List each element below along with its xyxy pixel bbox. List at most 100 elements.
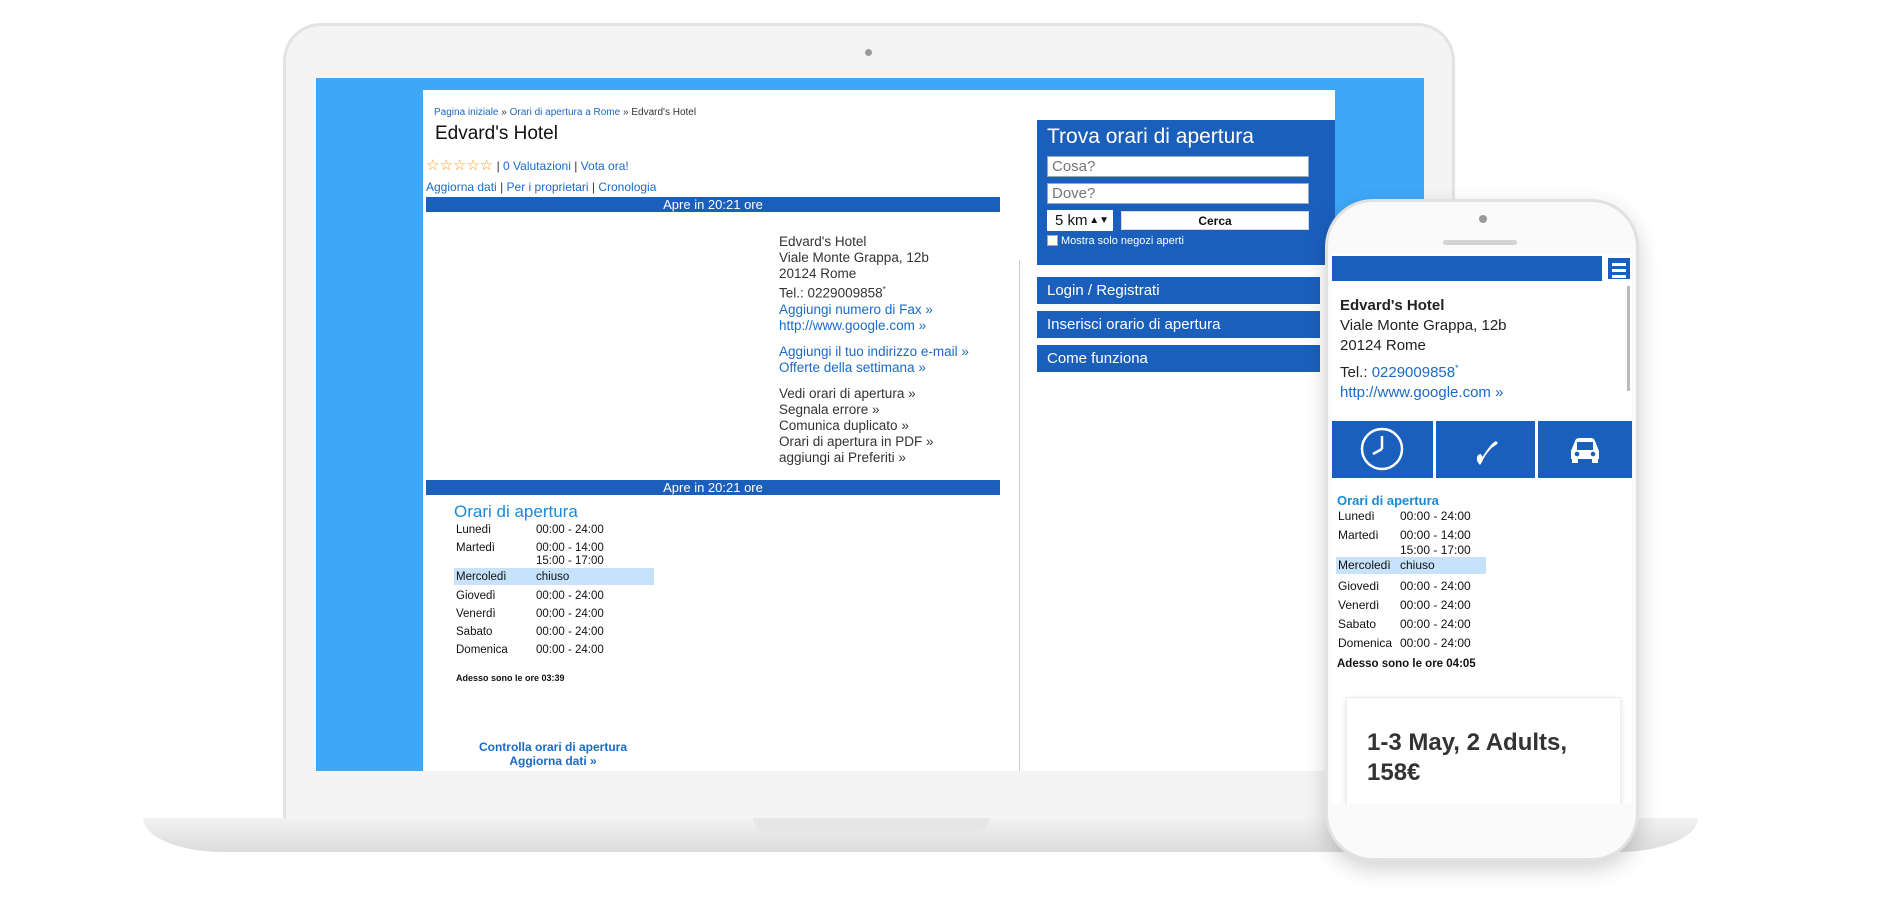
status-bar-top: Apre in 20:21 ore: [426, 197, 1000, 212]
day-cell: Martedì: [456, 542, 495, 554]
hours-table: Lunedì 00:00 - 24:00 Martedì 00:00 - 14:00…: [454, 524, 654, 657]
rating-row: ☆☆☆☆☆ | 0 Valutazioni | Vota ora!: [426, 156, 629, 174]
hours-tile[interactable]: [1332, 421, 1433, 478]
report-error-link[interactable]: Segnala errore »: [779, 402, 969, 418]
clock-icon: [1360, 427, 1404, 471]
where-input[interactable]: [1047, 183, 1309, 204]
laptop-notch: [753, 818, 989, 832]
mobile-header-bar: [1332, 256, 1602, 281]
rating-stars[interactable]: ☆☆☆☆☆: [426, 157, 493, 174]
vote-now-link[interactable]: Vota ora!: [581, 159, 629, 173]
time-cell: 00:00 - 24:00: [1400, 509, 1471, 523]
business-info: Edvard's Hotel Viale Monte Grappa, 12b 2…: [779, 234, 969, 466]
business-city: 20124 Rome: [779, 266, 857, 281]
day-cell: Sabato: [456, 626, 493, 638]
day-cell: Mercoledì: [454, 568, 534, 585]
time-value-2: 15:00 - 17:00: [536, 555, 604, 567]
time-cell: 00:00 - 14:00 15:00 - 17:00: [1398, 523, 1486, 557]
breadcrumb-home-link[interactable]: Pagina iniziale: [434, 107, 499, 118]
check-hours-link[interactable]: Controlla orari di apertura: [453, 740, 653, 754]
time-cell: 00:00 - 24:00: [1400, 617, 1471, 631]
radius-select[interactable]: 5 km ▲▼: [1047, 210, 1113, 231]
current-time: Adesso sono le ore 03:39: [456, 673, 565, 683]
time-cell: 00:00 - 24:00: [536, 608, 604, 620]
menu-login[interactable]: Login / Registrati: [1037, 277, 1320, 304]
mobile-action-tiles: [1332, 421, 1632, 478]
scrollbar[interactable]: [1627, 286, 1630, 391]
select-arrows-icon: ▲▼: [1089, 215, 1109, 226]
phone-label: Tel.:: [779, 285, 804, 301]
history-link[interactable]: Cronologia: [598, 180, 656, 194]
booking-card[interactable]: 1-3 May, 2 Adults, 158€: [1346, 697, 1621, 804]
breadcrumb-separator: »: [623, 107, 629, 118]
mobile-phone-mark: *: [1455, 363, 1459, 373]
hours-row: Lunedì 00:00 - 24:00: [454, 524, 654, 537]
directions-tile[interactable]: [1538, 421, 1632, 478]
mobile-business-street: Viale Monte Grappa, 12b: [1340, 317, 1507, 334]
phone-mark: *: [882, 285, 886, 294]
breadcrumb-current: Edvard's Hotel: [631, 107, 697, 118]
status-bar-bottom: Apre in 20:21 ore: [426, 480, 1000, 495]
mobile-business-city: 20124 Rome: [1340, 337, 1426, 354]
time-value-2: 15:00 - 17:00: [1400, 543, 1471, 557]
time-cell: 00:00 - 24:00: [1400, 636, 1471, 650]
search-box: Trova orari di apertura 5 km▲▼ Cerca Mos…: [1037, 120, 1335, 265]
business-name: Edvard's Hotel: [779, 234, 867, 249]
time-cell: 00:00 - 24:00: [536, 626, 604, 638]
hamburger-menu-icon[interactable]: [1606, 256, 1632, 281]
add-favorites-link[interactable]: aggiungi ai Preferiti »: [779, 450, 969, 466]
see-hours-link[interactable]: Vedi orari di apertura »: [779, 386, 969, 402]
update-data-bottom-link[interactable]: Aggiorna dati »: [453, 754, 653, 768]
add-email-link[interactable]: Aggiungi il tuo indirizzo e-mail »: [779, 344, 969, 360]
day-cell: Lunedì: [456, 524, 492, 536]
day-cell: Domenica: [1338, 636, 1393, 650]
mobile-phone-row: Tel.: 0229009858*: [1340, 358, 1507, 383]
column-divider: [1019, 260, 1020, 771]
day-cell: Mercoledì: [1336, 557, 1398, 574]
search-button[interactable]: Cerca: [1121, 211, 1309, 230]
mobile-hours-table: Lunedì 00:00 - 24:00 Martedì 00:00 - 14:00…: [1336, 510, 1486, 650]
breadcrumb-category-link[interactable]: Orari di apertura a Rome: [510, 107, 621, 118]
what-input[interactable]: [1047, 156, 1309, 177]
hours-row-highlighted: Mercoledì chiuso: [454, 568, 654, 585]
checkbox-box[interactable]: [1047, 235, 1058, 246]
phone-number: 0229009858: [807, 285, 883, 301]
laptop-camera: [865, 49, 872, 56]
mobile-phone-link[interactable]: 0229009858: [1372, 364, 1455, 381]
breadcrumb: Pagina iniziale » Orari di apertura a Ro…: [434, 107, 696, 118]
day-cell: Giovedì: [456, 590, 496, 602]
call-tile[interactable]: [1436, 421, 1535, 478]
ratings-count-link[interactable]: 0 Valutazioni: [503, 159, 571, 173]
only-open-checkbox[interactable]: Mostra solo negozi aperti: [1047, 235, 1184, 247]
hours-pdf-link[interactable]: Orari di apertura in PDF »: [779, 434, 969, 450]
report-duplicate-link[interactable]: Comunica duplicato »: [779, 418, 969, 434]
menu-insert-hours[interactable]: Inserisci orario di apertura: [1037, 311, 1320, 338]
search-title: Trova orari di apertura: [1047, 125, 1254, 148]
time-cell: chiuso: [1398, 557, 1486, 574]
laptop-screen: Pagina iniziale » Orari di apertura a Ro…: [316, 78, 1424, 771]
offers-link[interactable]: Offerte della settimana »: [779, 360, 969, 376]
day-cell: Giovedì: [1338, 579, 1380, 593]
phone-icon: [1476, 441, 1498, 465]
page-title: Edvard's Hotel: [435, 123, 558, 144]
hours-row: Venerdì 00:00 - 24:00: [1336, 593, 1486, 612]
hours-row: Lunedì 00:00 - 24:00: [1336, 510, 1486, 523]
radius-value: 5 km: [1055, 212, 1088, 229]
hours-row: Sabato 00:00 - 24:00: [1336, 612, 1486, 631]
mobile-phone-label: Tel.:: [1340, 364, 1368, 381]
time-value: 00:00 - 14:00: [1400, 528, 1471, 542]
only-open-label: Mostra solo negozi aperti: [1061, 235, 1184, 247]
hours-row: Giovedì 00:00 - 24:00: [1336, 574, 1486, 593]
hours-row: Martedì 00:00 - 14:00 15:00 - 17:00: [454, 537, 654, 568]
hours-title: Orari di apertura: [454, 502, 578, 521]
menu-how-it-works[interactable]: Come funziona: [1037, 345, 1320, 372]
website-link[interactable]: http://www.google.com »: [779, 318, 969, 334]
time-cell: 00:00 - 24:00: [536, 590, 604, 602]
owners-link[interactable]: Per i proprietari: [507, 180, 589, 194]
sub-links: Aggiorna dati | Per i proprietari | Cron…: [426, 180, 656, 194]
mobile-website-link[interactable]: http://www.google.com »: [1340, 383, 1507, 403]
update-data-link[interactable]: Aggiorna dati: [426, 180, 497, 194]
mobile-business-name: Edvard's Hotel: [1340, 297, 1445, 314]
hours-row: Domenica 00:00 - 24:00: [454, 639, 654, 657]
add-fax-link[interactable]: Aggiungi numero di Fax »: [779, 302, 969, 318]
